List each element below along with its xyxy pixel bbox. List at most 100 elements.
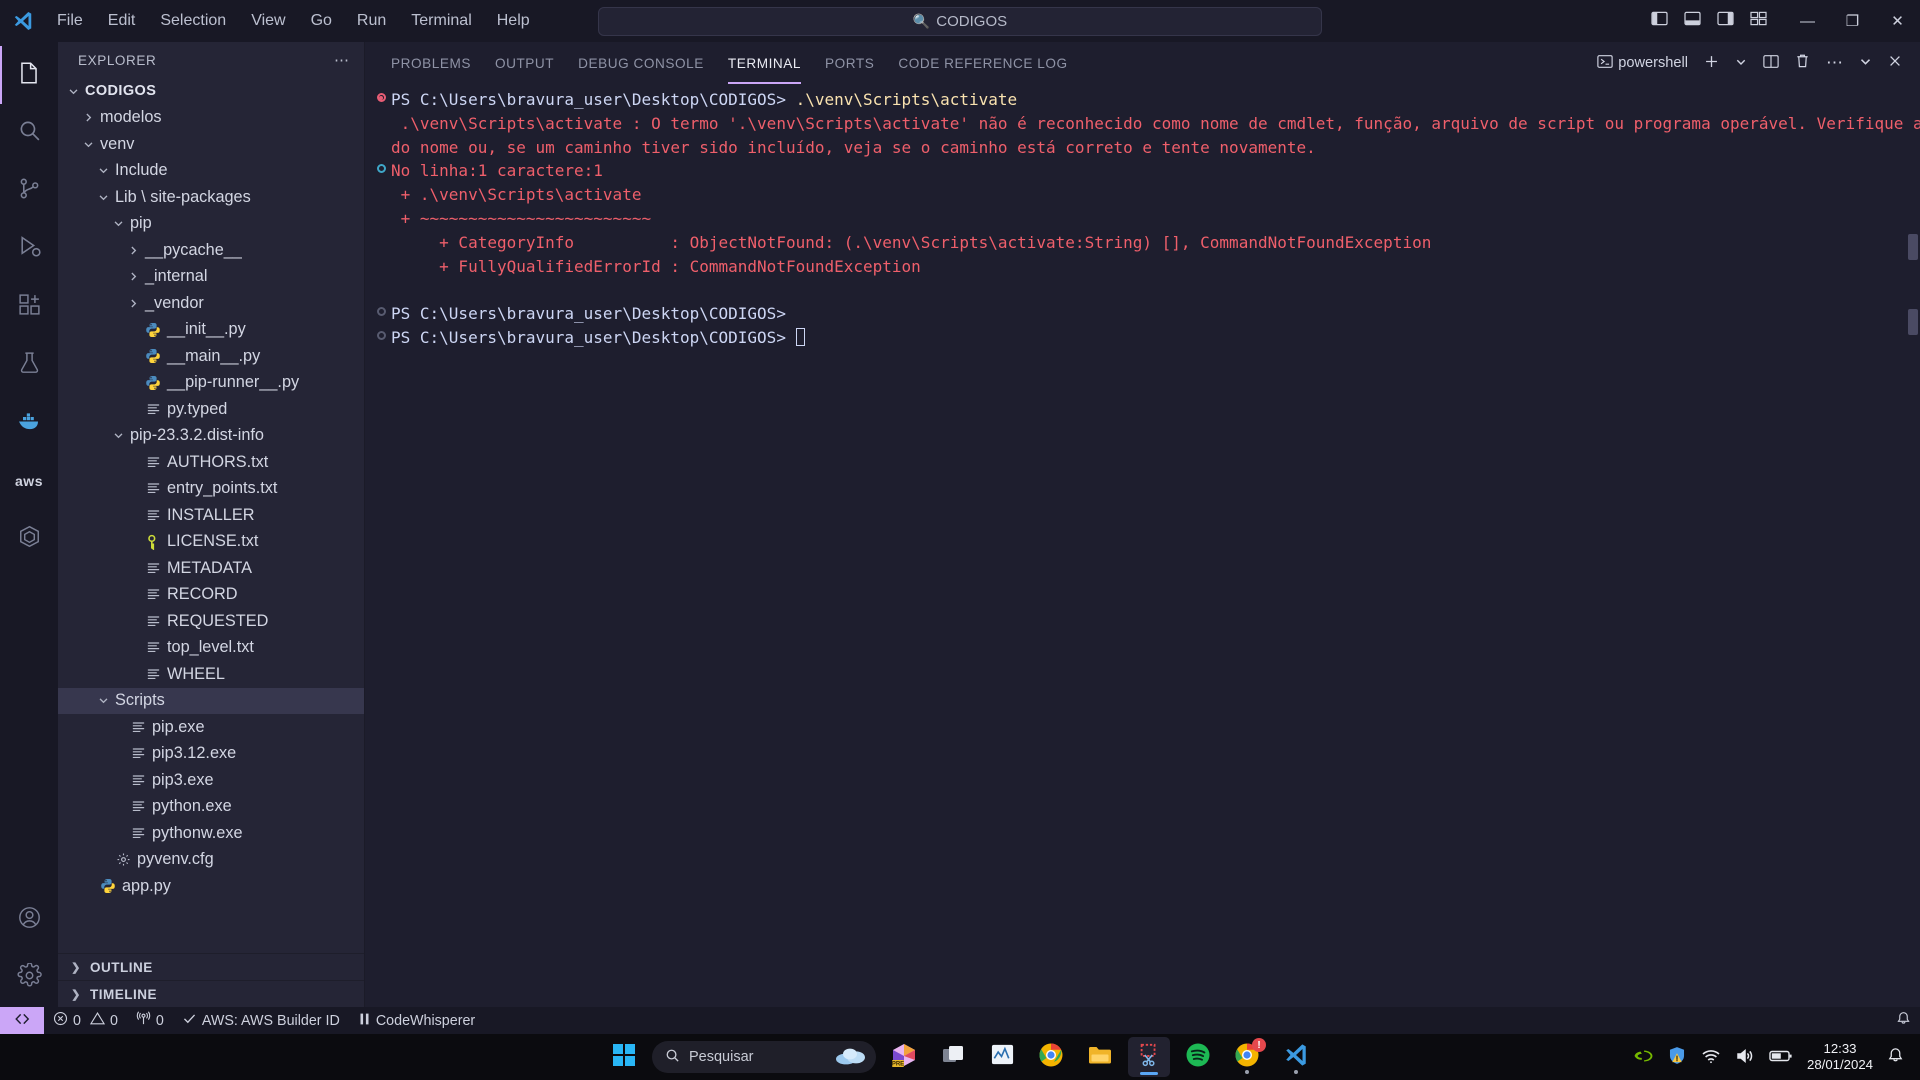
tree-folder-venv[interactable]: venv <box>58 131 364 158</box>
sidebar-item-search[interactable] <box>0 104 58 162</box>
status-codewhisperer[interactable]: CodeWhisperer <box>349 1007 484 1034</box>
tree-file-app-py[interactable]: app.py <box>58 873 364 900</box>
terminal-scrollbar-thumb-bottom[interactable] <box>1908 309 1918 335</box>
tree-file-authors-txt[interactable]: AUTHORS.txt <box>58 449 364 476</box>
tree-file-requested[interactable]: REQUESTED <box>58 608 364 635</box>
menu-edit[interactable]: Edit <box>97 8 147 34</box>
tab-ports[interactable]: PORTS <box>813 42 886 84</box>
menu-go[interactable]: Go <box>300 8 343 34</box>
windows-start-button[interactable] <box>603 1037 645 1077</box>
tab-terminal[interactable]: TERMINAL <box>716 42 813 84</box>
tree-root-codigos[interactable]: CODIGOS <box>58 78 364 105</box>
close-panel-button[interactable] <box>1882 50 1908 76</box>
terminal-shell-selector[interactable]: powershell <box>1591 50 1694 77</box>
sidebar-item-source-control[interactable] <box>0 162 58 220</box>
terminal-output[interactable]: PS C:\Users\bravura_user\Desktop\CODIGOS… <box>365 84 1920 1007</box>
bell-icon[interactable] <box>1887 1047 1904 1067</box>
file-tree[interactable]: CODIGOS modelos venv Include Lib \ site-pack… <box>58 78 364 953</box>
accounts-button[interactable] <box>0 891 58 949</box>
sidebar-item-codewhisperer[interactable] <box>0 510 58 568</box>
tree-file-top-level-txt[interactable]: top_level.txt <box>58 635 364 662</box>
tree-file-entry-points-txt[interactable]: entry_points.txt <box>58 476 364 503</box>
battery-icon[interactable] <box>1769 1049 1793 1066</box>
explorer-more-actions[interactable]: ⋯ <box>334 51 350 69</box>
taskbar-app-task-view[interactable] <box>932 1037 974 1077</box>
shield-warning-icon[interactable] <box>1667 1046 1687 1068</box>
wifi-icon[interactable] <box>1701 1048 1721 1067</box>
menu-terminal[interactable]: Terminal <box>400 8 482 34</box>
customize-layout-icon[interactable] <box>1750 11 1767 31</box>
toggle-primary-sidebar-icon[interactable] <box>1651 11 1668 31</box>
tree-folder-include[interactable]: Include <box>58 158 364 185</box>
kill-terminal-button[interactable] <box>1789 49 1816 77</box>
tree-folder-lib-site-packages[interactable]: Lib \ site-packages <box>58 184 364 211</box>
tab-debug-console[interactable]: DEBUG CONSOLE <box>566 42 716 84</box>
maximize-button[interactable]: ❐ <box>1830 0 1875 42</box>
manage-settings-button[interactable] <box>0 949 58 1007</box>
tree-folder-modelos[interactable]: modelos <box>58 105 364 132</box>
taskbar-app-file-explorer[interactable] <box>1079 1037 1121 1077</box>
tree-folder-pip[interactable]: pip <box>58 211 364 238</box>
split-terminal-button[interactable] <box>1757 50 1785 77</box>
tree-folder-pycache[interactable]: __pycache__ <box>58 237 364 264</box>
menu-file[interactable]: File <box>46 8 94 34</box>
status-radio-tower[interactable]: 0 <box>127 1007 173 1034</box>
taskbar-search-box[interactable]: Pesquisar <box>652 1041 876 1073</box>
notifications-button[interactable] <box>1887 1007 1920 1034</box>
sidebar-item-explorer[interactable] <box>0 46 58 104</box>
tree-file-pip3-exe[interactable]: pip3.exe <box>58 767 364 794</box>
taskbar-app-spotify[interactable] <box>1177 1037 1219 1077</box>
close-button[interactable]: ✕ <box>1875 0 1920 42</box>
speaker-icon[interactable] <box>1735 1048 1755 1067</box>
toggle-panel-icon[interactable] <box>1684 11 1701 31</box>
sidebar-item-docker[interactable] <box>0 394 58 452</box>
tree-folder-internal[interactable]: _internal <box>58 264 364 291</box>
sidebar-item-testing[interactable] <box>0 336 58 394</box>
taskbar-app-chrome-window[interactable]: ! <box>1226 1037 1268 1077</box>
tree-file-installer[interactable]: INSTALLER <box>58 502 364 529</box>
tab-code-reference-log[interactable]: CODE REFERENCE LOG <box>886 42 1079 84</box>
tree-file-wheel[interactable]: WHEEL <box>58 661 364 688</box>
tree-file-py-typed[interactable]: py.typed <box>58 396 364 423</box>
tab-output[interactable]: OUTPUT <box>483 42 566 84</box>
status-aws-connection[interactable]: AWS: AWS Builder ID <box>173 1007 349 1034</box>
status-problems[interactable]: 0 0 <box>44 1007 127 1034</box>
taskbar-app-copilot-pre[interactable]: PRE <box>883 1037 925 1077</box>
tree-file-metadata[interactable]: METADATA <box>58 555 364 582</box>
tree-folder-scripts[interactable]: Scripts <box>58 687 364 714</box>
tree-file-pip3-12-exe[interactable]: pip3.12.exe <box>58 741 364 768</box>
menu-help[interactable]: Help <box>486 8 541 34</box>
sidebar-section-outline[interactable]: ❯ OUTLINE <box>58 953 364 980</box>
minimize-button[interactable]: — <box>1785 0 1830 42</box>
taskbar-app-google-chrome[interactable] <box>1030 1037 1072 1077</box>
sidebar-section-timeline[interactable]: ❯ TIMELINE <box>58 980 364 1007</box>
tree-file-pip-exe[interactable]: pip.exe <box>58 714 364 741</box>
panel-more-actions-button[interactable]: ⋯ <box>1820 54 1849 72</box>
tree-file-pyvenv-cfg[interactable]: pyvenv.cfg <box>58 847 364 874</box>
tree-folder-vendor[interactable]: _vendor <box>58 290 364 317</box>
terminal-scrollbar-thumb-top[interactable] <box>1908 234 1918 260</box>
tree-file-init-py[interactable]: __init__.py <box>58 317 364 344</box>
sidebar-item-aws-toolkit[interactable]: aws <box>0 452 58 510</box>
nvidia-icon[interactable] <box>1634 1048 1653 1067</box>
taskbar-clock[interactable]: 12:33 28/01/2024 <box>1807 1041 1873 1073</box>
tree-file-license-txt[interactable]: LICENSE.txt <box>58 529 364 556</box>
new-terminal-button[interactable] <box>1698 50 1725 77</box>
taskbar-app-visual-studio-code[interactable] <box>1275 1037 1317 1077</box>
tree-file-pip-runner-py[interactable]: __pip-runner__.py <box>58 370 364 397</box>
sidebar-item-extensions[interactable] <box>0 278 58 336</box>
remote-window-button[interactable] <box>0 1007 44 1034</box>
taskbar-app-snipping-tool[interactable] <box>1128 1037 1170 1077</box>
tree-file-python-exe[interactable]: python.exe <box>58 794 364 821</box>
taskbar-app-performance-monitor[interactable] <box>981 1037 1023 1077</box>
sidebar-item-run-and-debug[interactable] <box>0 220 58 278</box>
tree-file-pythonw-exe[interactable]: pythonw.exe <box>58 820 364 847</box>
menu-run[interactable]: Run <box>346 8 397 34</box>
hide-panel-button[interactable] <box>1853 51 1878 76</box>
menu-view[interactable]: View <box>240 8 296 34</box>
menu-selection[interactable]: Selection <box>149 8 237 34</box>
tree-file-record[interactable]: RECORD <box>58 582 364 609</box>
command-center[interactable]: 🔍 CODIGOS <box>598 6 1322 36</box>
toggle-secondary-sidebar-icon[interactable] <box>1717 11 1734 31</box>
tree-folder-pip-23-3-2-dist-info[interactable]: pip-23.3.2.dist-info <box>58 423 364 450</box>
